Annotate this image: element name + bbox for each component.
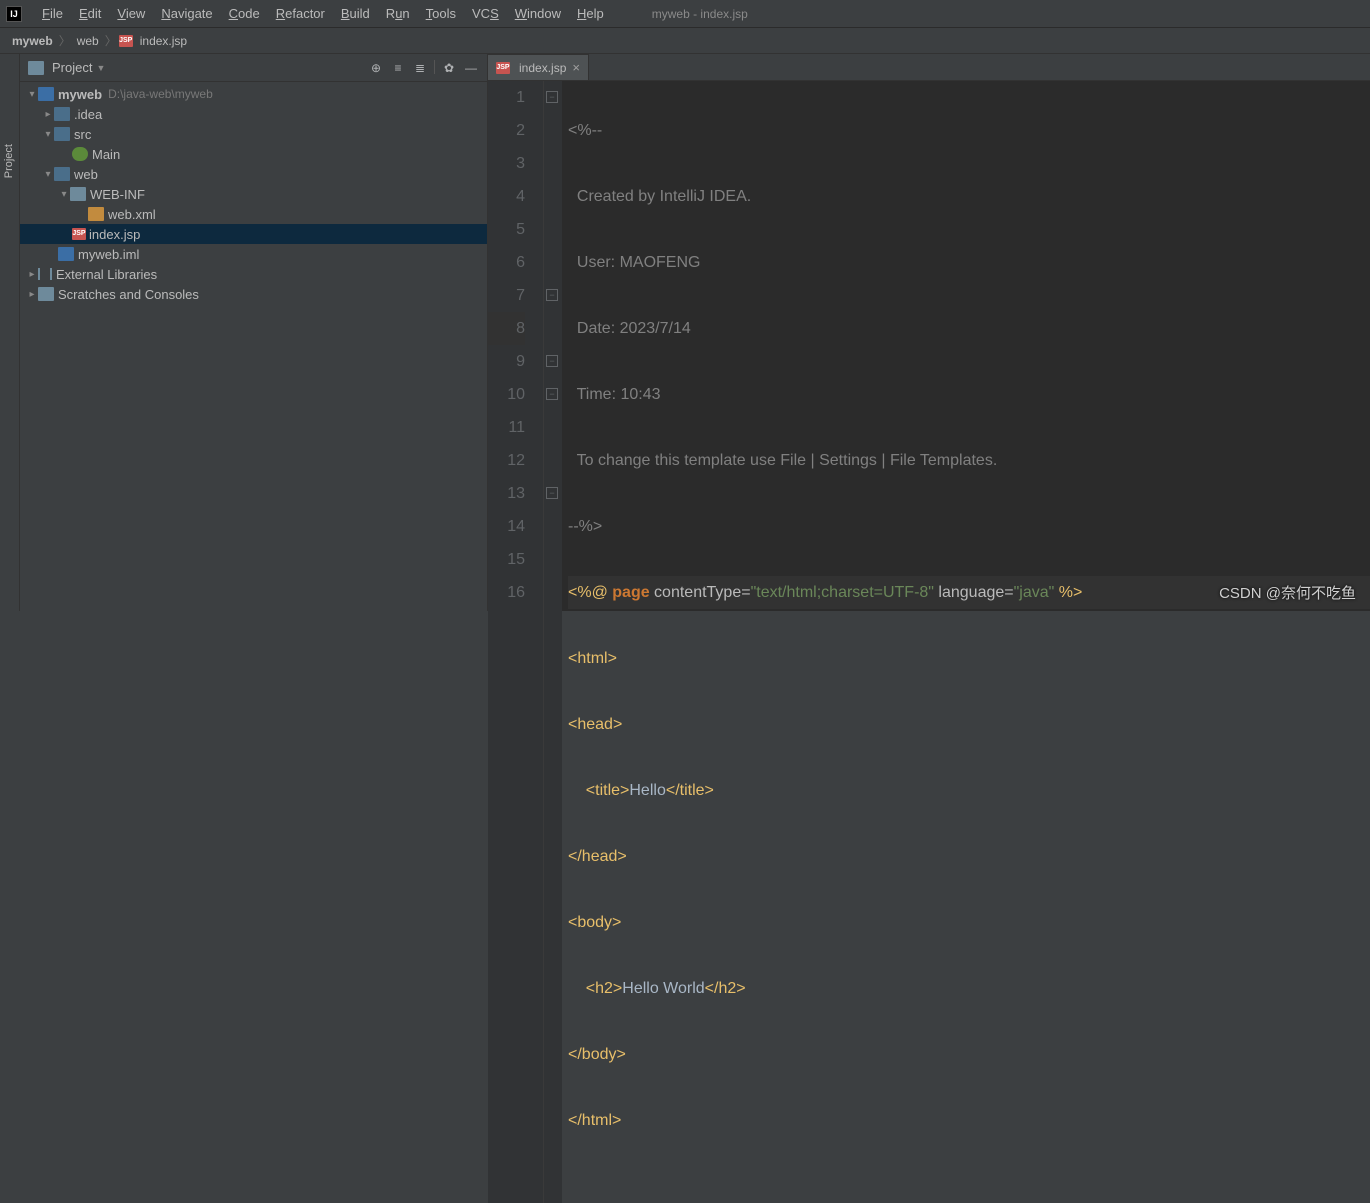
tree-item-indexjsp[interactable]: JSP index.jsp xyxy=(20,224,487,244)
tree-item-external-libs[interactable]: ▸ External Libraries xyxy=(20,264,487,284)
menu-file[interactable]: File xyxy=(34,6,71,21)
tree-root[interactable]: ▾ myweb D:\java-web\myweb xyxy=(20,84,487,104)
tree-path: D:\java-web\myweb xyxy=(108,87,213,101)
tree-label: Scratches and Consoles xyxy=(58,287,199,302)
jsp-file-icon: JSP xyxy=(119,35,133,47)
tree-item-idea[interactable]: ▸ .idea xyxy=(20,104,487,124)
tree-label: myweb.iml xyxy=(78,247,139,262)
menu-window[interactable]: Window xyxy=(507,6,569,21)
fold-icon[interactable]: − xyxy=(546,487,558,499)
tab-indexjsp[interactable]: JSP index.jsp × xyxy=(488,54,589,80)
jsp-file-icon: JSP xyxy=(72,228,86,240)
chevron-right-icon: 〉 xyxy=(57,32,73,49)
project-panel-header: Project ▼ ⊕ ≡ ≣ ✿ — xyxy=(20,54,487,82)
project-view-selector[interactable]: Project ▼ xyxy=(28,60,368,75)
breadcrumb: myweb 〉 web 〉 JSP index.jsp xyxy=(0,28,1370,54)
code-content[interactable]: <%-- Created by IntelliJ IDEA. User: MAO… xyxy=(562,81,1370,1203)
menu-edit[interactable]: Edit xyxy=(71,6,109,21)
crumb-folder[interactable]: web xyxy=(73,34,103,48)
menu-code[interactable]: Code xyxy=(221,6,268,21)
tree-label: WEB-INF xyxy=(90,187,145,202)
tree-item-scratches[interactable]: ▸ Scratches and Consoles xyxy=(20,284,487,304)
tree-item-webinf[interactable]: ▾ WEB-INF xyxy=(20,184,487,204)
menu-vcs[interactable]: VCS xyxy=(464,6,507,21)
app-icon: IJ xyxy=(6,6,22,22)
menu-refactor[interactable]: Refactor xyxy=(268,6,333,21)
fold-gutter[interactable]: − − − − − xyxy=(544,81,562,1203)
tree-label: Main xyxy=(92,147,120,162)
tree-label: index.jsp xyxy=(89,227,140,242)
locate-icon[interactable]: ⊕ xyxy=(368,60,384,76)
crumb-file[interactable]: index.jsp xyxy=(136,34,191,48)
fold-icon[interactable]: − xyxy=(546,289,558,301)
iml-file-icon xyxy=(58,247,74,261)
fold-icon[interactable]: − xyxy=(546,91,558,103)
hide-icon[interactable]: — xyxy=(463,60,479,76)
folder-icon xyxy=(54,107,70,121)
panel-title-label: Project xyxy=(52,60,92,75)
xml-file-icon xyxy=(88,207,104,221)
project-panel: Project ▼ ⊕ ≡ ≣ ✿ — ▾ myweb D:\java-web\… xyxy=(20,54,488,611)
fold-icon[interactable]: − xyxy=(546,388,558,400)
left-gutter: Project xyxy=(0,54,20,611)
tree-item-src[interactable]: ▾ src xyxy=(20,124,487,144)
tree-item-web[interactable]: ▾ web xyxy=(20,164,487,184)
expand-all-icon[interactable]: ≡ xyxy=(390,60,406,76)
folder-icon xyxy=(70,187,86,201)
tree-label: External Libraries xyxy=(56,267,157,282)
fold-icon[interactable]: − xyxy=(546,355,558,367)
menu-view[interactable]: View xyxy=(109,6,153,21)
tree-label: web.xml xyxy=(108,207,156,222)
menu-navigate[interactable]: Navigate xyxy=(153,6,220,21)
chevron-right-icon[interactable]: ▸ xyxy=(42,109,54,120)
source-folder-icon xyxy=(54,127,70,141)
chevron-right-icon[interactable]: ▸ xyxy=(26,269,38,280)
project-icon xyxy=(28,61,44,75)
web-folder-icon xyxy=(54,167,70,181)
menu-tools[interactable]: Tools xyxy=(418,6,464,21)
menu-run[interactable]: Run xyxy=(378,6,418,21)
tree-item-iml[interactable]: myweb.iml xyxy=(20,244,487,264)
window-title: myweb - index.jsp xyxy=(652,7,748,21)
chevron-right-icon[interactable]: ▸ xyxy=(26,289,38,300)
library-icon xyxy=(38,268,52,280)
chevron-down-icon[interactable]: ▾ xyxy=(58,189,70,200)
chevron-down-icon[interactable]: ▾ xyxy=(42,129,54,140)
project-tree[interactable]: ▾ myweb D:\java-web\myweb ▸ .idea ▾ src … xyxy=(20,82,487,611)
menu-help[interactable]: Help xyxy=(569,6,612,21)
module-icon xyxy=(38,87,54,101)
chevron-right-icon: 〉 xyxy=(103,32,119,49)
code-editor[interactable]: 1 2 3 4 5 6 7 8 9 10 11 12 13 14 15 16 −… xyxy=(488,81,1370,1203)
tree-label: myweb xyxy=(58,87,102,102)
tree-item-webxml[interactable]: web.xml xyxy=(20,204,487,224)
close-icon[interactable]: × xyxy=(572,60,580,75)
class-icon xyxy=(72,147,88,161)
menu-bar: IJ File Edit View Navigate Code Refactor… xyxy=(0,0,1370,28)
line-gutter[interactable]: 1 2 3 4 5 6 7 8 9 10 11 12 13 14 15 16 xyxy=(488,81,544,1203)
chevron-down-icon: ▼ xyxy=(96,63,105,73)
tree-label: .idea xyxy=(74,107,102,122)
editor-area: JSP index.jsp × 1 2 3 4 5 6 7 8 9 10 11 … xyxy=(488,54,1370,611)
tree-label: web xyxy=(74,167,98,182)
crumb-project[interactable]: myweb xyxy=(8,34,57,48)
collapse-all-icon[interactable]: ≣ xyxy=(412,60,428,76)
chevron-down-icon[interactable]: ▾ xyxy=(42,169,54,180)
scratch-icon xyxy=(38,287,54,301)
tab-label: index.jsp xyxy=(519,61,566,75)
project-tool-button[interactable]: Project xyxy=(3,144,15,178)
tree-item-main[interactable]: Main xyxy=(20,144,487,164)
jsp-file-icon: JSP xyxy=(496,62,510,74)
tree-label: src xyxy=(74,127,91,142)
editor-tabs: JSP index.jsp × xyxy=(488,54,1370,81)
menu-build[interactable]: Build xyxy=(333,6,378,21)
gear-icon[interactable]: ✿ xyxy=(441,60,457,76)
chevron-down-icon[interactable]: ▾ xyxy=(26,89,38,100)
